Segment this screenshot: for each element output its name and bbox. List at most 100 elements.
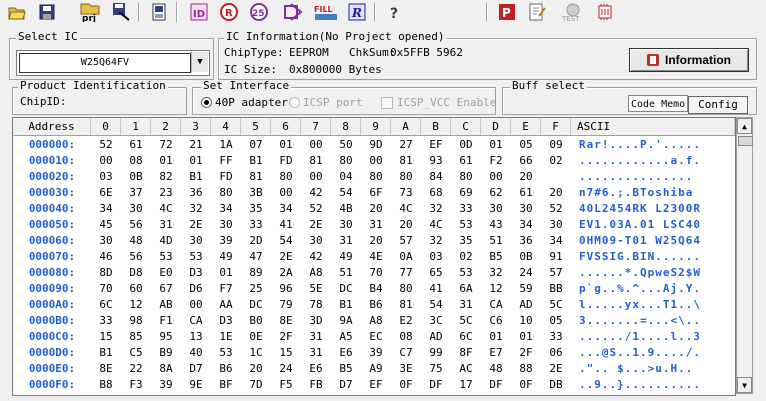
byte-cell[interactable]: B4: [361, 281, 391, 297]
byte-cell[interactable]: 31: [301, 345, 331, 361]
byte-cell[interactable]: 24: [271, 361, 301, 377]
byte-cell[interactable]: 31: [361, 217, 391, 233]
byte-cell[interactable]: B8: [91, 377, 121, 393]
byte-cell[interactable]: 98: [121, 313, 151, 329]
byte-cell[interactable]: FD: [211, 169, 241, 185]
byte-cell[interactable]: 30: [301, 233, 331, 249]
byte-cell[interactable]: 21: [181, 137, 211, 153]
byte-cell[interactable]: 32: [421, 201, 451, 217]
byte-cell[interactable]: F1: [151, 313, 181, 329]
byte-cell[interactable]: 96: [271, 281, 301, 297]
table-row[interactable]: 000060: 30 48 4D 30 39 2D 54 30 31 20 57 32 35 51 36 34 0…: [13, 233, 735, 249]
byte-cell[interactable]: FD: [271, 153, 301, 169]
byte-cell[interactable]: 81: [241, 169, 271, 185]
byte-cell[interactable]: DC: [331, 281, 361, 297]
byte-cell[interactable]: 42: [301, 185, 331, 201]
test-icon[interactable]: TEST: [558, 0, 588, 24]
byte-cell[interactable]: 30: [511, 201, 541, 217]
byte-cell[interactable]: 9A: [331, 313, 361, 329]
byte-cell[interactable]: 45: [91, 217, 121, 233]
byte-cell[interactable]: 12: [121, 297, 151, 313]
byte-cell[interactable]: 0F: [511, 377, 541, 393]
byte-cell[interactable]: 41: [271, 217, 301, 233]
byte-cell[interactable]: AB: [151, 297, 181, 313]
byte-cell[interactable]: 70: [91, 281, 121, 297]
byte-cell[interactable]: 30: [331, 217, 361, 233]
byte-cell[interactable]: 5C: [541, 297, 571, 313]
byte-cell[interactable]: 9E: [181, 377, 211, 393]
byte-cell[interactable]: F5: [271, 377, 301, 393]
chip-info-icon[interactable]: [592, 0, 618, 24]
program-icon[interactable]: 25: [246, 0, 272, 24]
byte-cell[interactable]: 48: [121, 233, 151, 249]
byte-cell[interactable]: 61: [451, 153, 481, 169]
byte-cell[interactable]: 2E: [301, 217, 331, 233]
byte-cell[interactable]: 52: [301, 201, 331, 217]
ic-select[interactable]: W25Q64FV ▼: [16, 50, 210, 76]
byte-cell[interactable]: 30: [91, 233, 121, 249]
scroll-thumb[interactable]: [738, 136, 753, 146]
table-row[interactable]: 000010: 00 08 01 01 FF B1 FD 81 80 00 81 93 61 F2 66 02.…: [13, 153, 735, 169]
byte-cell[interactable]: 01: [481, 329, 511, 345]
table-row[interactable]: 0000A0: 6C 12 AB 00 AA DC 79 78 B1 B6 81 54 31 CA AD 5C l…: [13, 297, 735, 313]
byte-cell[interactable]: 2E: [181, 217, 211, 233]
checkbox-icsp-vcc[interactable]: [381, 97, 393, 109]
byte-cell[interactable]: 47: [241, 249, 271, 265]
byte-cell[interactable]: 57: [541, 265, 571, 281]
byte-cell[interactable]: F3: [121, 377, 151, 393]
table-row[interactable]: 0000E0: 8E 22 8A D7 B6 20 24 E6 B5 A9 3E 75 AC 48 88 2E.…: [13, 361, 735, 377]
byte-cell[interactable]: 39: [361, 345, 391, 361]
byte-cell[interactable]: 13: [181, 329, 211, 345]
byte-cell[interactable]: 61: [511, 185, 541, 201]
byte-cell[interactable]: 80: [361, 169, 391, 185]
byte-cell[interactable]: 6A: [451, 281, 481, 297]
byte-cell[interactable]: 56: [121, 217, 151, 233]
ascii-cell[interactable]: ....../1....l..3: [579, 329, 735, 345]
byte-cell[interactable]: 82: [151, 169, 181, 185]
table-row[interactable]: 0000C0: 15 85 95 13 1E 0E 2F 31 A5 EC 08 AD 6C 01 01 33.…: [13, 329, 735, 345]
table-row[interactable]: 000070: 46 56 53 53 49 47 2E 42 49 4E 0A 03 02 B5 0B 91 F…: [13, 249, 735, 265]
byte-cell[interactable]: 7D: [241, 377, 271, 393]
byte-cell[interactable]: 31: [331, 233, 361, 249]
byte-cell[interactable]: 56: [121, 249, 151, 265]
protect-icon[interactable]: P: [494, 0, 520, 24]
byte-cell[interactable]: 53: [451, 217, 481, 233]
table-row[interactable]: 000030: 6E 37 23 36 80 3B 00 42 54 6F 73 68 69 62 61 20 n…: [13, 185, 735, 201]
byte-cell[interactable]: 2F: [271, 329, 301, 345]
byte-cell[interactable]: 34: [271, 201, 301, 217]
byte-cell[interactable]: 81: [301, 153, 331, 169]
table-row[interactable]: 0000D0: B1 C5 B9 40 53 1C 15 31 E6 39 C7 99 8F E7 2F 06.…: [13, 345, 735, 361]
byte-cell[interactable]: 59: [511, 281, 541, 297]
byte-cell[interactable]: FF: [211, 153, 241, 169]
byte-cell[interactable]: A8: [361, 313, 391, 329]
ascii-cell[interactable]: Rar!....P.'.....: [579, 137, 735, 153]
byte-cell[interactable]: B0: [241, 313, 271, 329]
byte-cell[interactable]: 15: [271, 345, 301, 361]
byte-cell[interactable]: 32: [481, 265, 511, 281]
byte-cell[interactable]: 23: [151, 185, 181, 201]
byte-cell[interactable]: 30: [211, 217, 241, 233]
byte-cell[interactable]: 78: [301, 297, 331, 313]
byte-cell[interactable]: 00: [301, 169, 331, 185]
byte-cell[interactable]: 93: [421, 153, 451, 169]
byte-cell[interactable]: 08: [391, 329, 421, 345]
byte-cell[interactable]: 02: [451, 249, 481, 265]
byte-cell[interactable]: 1A: [211, 137, 241, 153]
byte-cell[interactable]: 39: [211, 233, 241, 249]
byte-cell[interactable]: 52: [541, 201, 571, 217]
byte-cell[interactable]: 80: [271, 169, 301, 185]
byte-cell[interactable]: 04: [331, 169, 361, 185]
byte-cell[interactable]: 12: [481, 281, 511, 297]
byte-cell[interactable]: 09: [541, 137, 571, 153]
verify-icon[interactable]: R: [344, 0, 370, 24]
byte-cell[interactable]: 53: [451, 265, 481, 281]
byte-cell[interactable]: 03: [91, 169, 121, 185]
byte-cell[interactable]: 54: [271, 233, 301, 249]
byte-cell[interactable]: 53: [211, 345, 241, 361]
byte-cell[interactable]: 39: [151, 377, 181, 393]
chip-icon[interactable]: [146, 0, 172, 24]
buffer-select-dropdown[interactable]: Code Memo: [628, 95, 688, 112]
byte-cell[interactable]: DF: [421, 377, 451, 393]
byte-cell[interactable]: B1: [91, 345, 121, 361]
byte-cell[interactable]: 05: [541, 313, 571, 329]
